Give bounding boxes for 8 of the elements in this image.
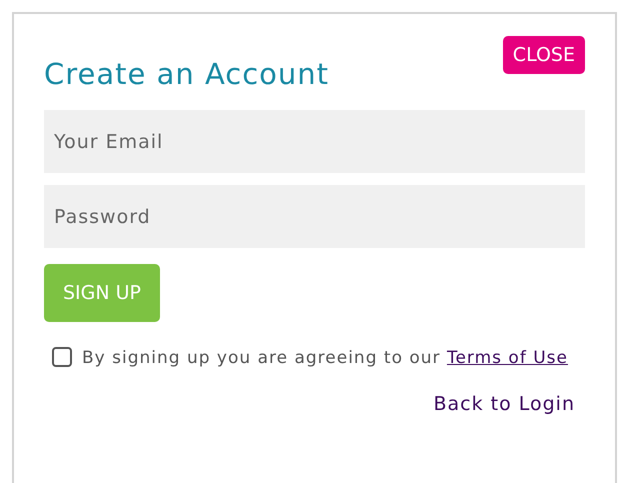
terms-link[interactable]: Terms of Use xyxy=(446,348,568,368)
back-to-login-link[interactable]: Back to Login xyxy=(433,390,575,418)
dialog-title: Create an Account xyxy=(44,56,330,93)
terms-text: By signing up you are agreeing to our Terms of Use xyxy=(82,347,568,370)
input-field[interactable]: Password xyxy=(44,185,585,248)
terms-checkbox[interactable] xyxy=(52,347,72,367)
close-button[interactable]: CLOSE xyxy=(502,36,585,74)
input-field[interactable]: Your Email xyxy=(44,110,585,173)
